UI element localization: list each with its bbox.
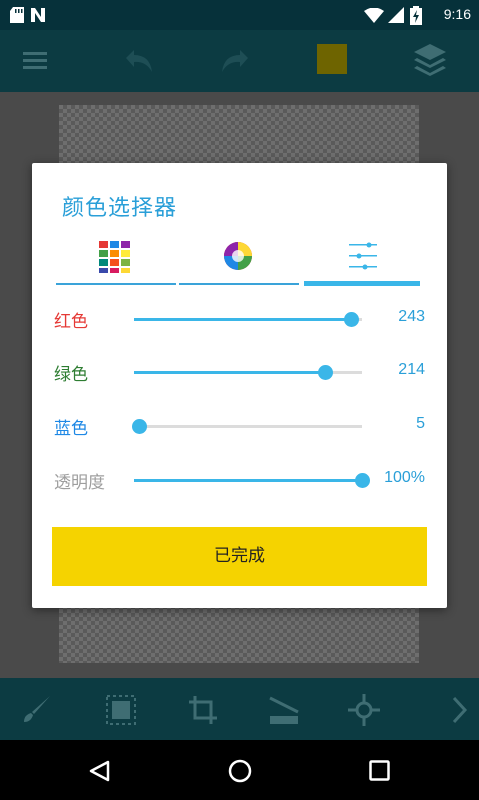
slider-value-green: 214 [398,361,425,378]
dialog-title: 颜色选择器 [62,196,178,221]
clock: 9:16 [443,6,471,22]
slider-value-opacity: 100% [384,469,425,486]
top-toolbar [0,30,479,92]
slider-fill-green [134,371,326,374]
slider-label-red: 红色 [54,312,88,332]
tab-palette[interactable] [56,237,178,287]
n-logo-icon [31,8,45,22]
slider-fill-red [134,318,352,321]
slider-fill-opacity [134,479,362,482]
done-button[interactable]: 已完成 [52,527,427,586]
ruler-icon[interactable] [268,694,300,726]
slider-value-blue: 5 [416,415,425,432]
undo-icon[interactable] [122,46,156,76]
slider-track-blue[interactable] [131,419,362,434]
slider-track-opacity[interactable] [134,473,370,488]
bottom-toolbar [0,678,479,740]
slider-track-green[interactable] [134,365,362,380]
tab-sliders[interactable] [302,237,424,287]
slider-thumb-opacity[interactable] [355,473,370,488]
tab-wheel[interactable] [178,237,300,287]
slider-label-opacity: 透明度 [54,473,105,493]
redo-icon[interactable] [218,46,252,76]
color-picker-dialog: 颜色选择器 红色 243 绿色 214 蓝色 5 透明度 100% 已完成 [32,163,447,608]
slider-thumb-blue[interactable] [131,419,147,434]
sliders-icon [349,242,377,270]
tab-palette-underline [56,283,176,285]
color-swatch-icon[interactable] [317,44,347,74]
system-nav-bar [0,740,479,800]
brush-icon[interactable] [22,694,52,724]
selection-icon[interactable] [106,695,136,725]
status-bar: 9:16 [0,0,479,30]
sd-card-icon [10,7,24,23]
transform-icon[interactable] [348,694,380,726]
cell-signal-icon [388,7,404,23]
slider-track-red[interactable] [134,312,362,327]
chevron-right-icon[interactable] [450,696,468,724]
home-icon[interactable] [228,759,252,783]
tab-wheel-underline [179,283,299,285]
slider-thumb-red[interactable] [344,312,360,327]
color-wheel-icon [224,242,252,270]
rotate-crop-icon[interactable] [187,694,219,726]
back-icon[interactable] [88,760,110,782]
wifi-icon [364,8,384,23]
slider-label-green: 绿色 [54,365,88,385]
slider-thumb-green[interactable] [318,365,334,380]
menu-icon[interactable] [23,52,47,70]
recents-icon[interactable] [369,760,390,781]
layers-icon[interactable] [414,44,446,78]
tab-sliders-underline [304,281,420,286]
color-grid-icon [99,241,130,273]
battery-icon [410,6,422,25]
slider-label-blue: 蓝色 [54,419,88,439]
slider-value-red: 243 [398,308,425,325]
